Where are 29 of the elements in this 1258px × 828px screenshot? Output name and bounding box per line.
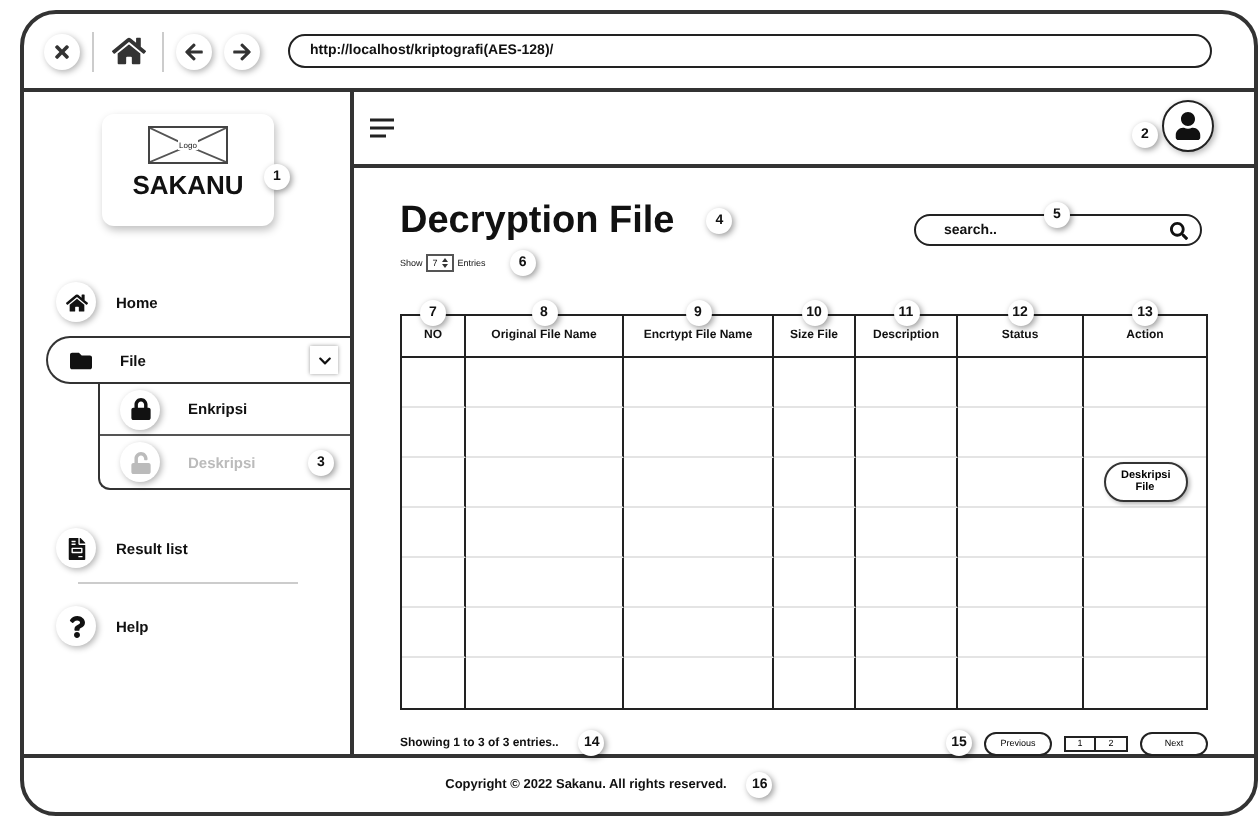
table-cell xyxy=(958,558,1084,608)
spinner-arrows-icon xyxy=(441,258,448,268)
table-cell xyxy=(774,508,856,558)
table-cell xyxy=(958,458,1084,508)
back-button[interactable] xyxy=(176,33,212,69)
right-arrow-icon xyxy=(232,41,252,61)
table-cell xyxy=(958,408,1084,458)
table-cell xyxy=(856,458,958,508)
table-cell xyxy=(958,608,1084,658)
house-icon xyxy=(111,34,145,68)
close-icon xyxy=(52,41,72,61)
left-arrow-icon xyxy=(184,41,204,61)
menu-icon[interactable] xyxy=(370,118,394,138)
forward-button[interactable] xyxy=(224,33,260,69)
page-title: Decryption File xyxy=(400,200,675,244)
home-button[interactable] xyxy=(106,34,150,68)
close-button[interactable] xyxy=(44,33,80,69)
table-cell xyxy=(774,458,856,508)
search-icon xyxy=(1170,221,1188,239)
table-cell xyxy=(774,608,856,658)
table-cell xyxy=(856,408,958,458)
table-cell xyxy=(774,558,856,608)
table-cell xyxy=(958,508,1084,558)
table-cell xyxy=(774,408,856,458)
table-cell xyxy=(856,608,958,658)
user-avatar-icon[interactable] xyxy=(1162,100,1214,152)
brand-name: SAKANU xyxy=(132,170,244,200)
table-cell xyxy=(856,508,958,558)
table-cell xyxy=(856,558,958,608)
